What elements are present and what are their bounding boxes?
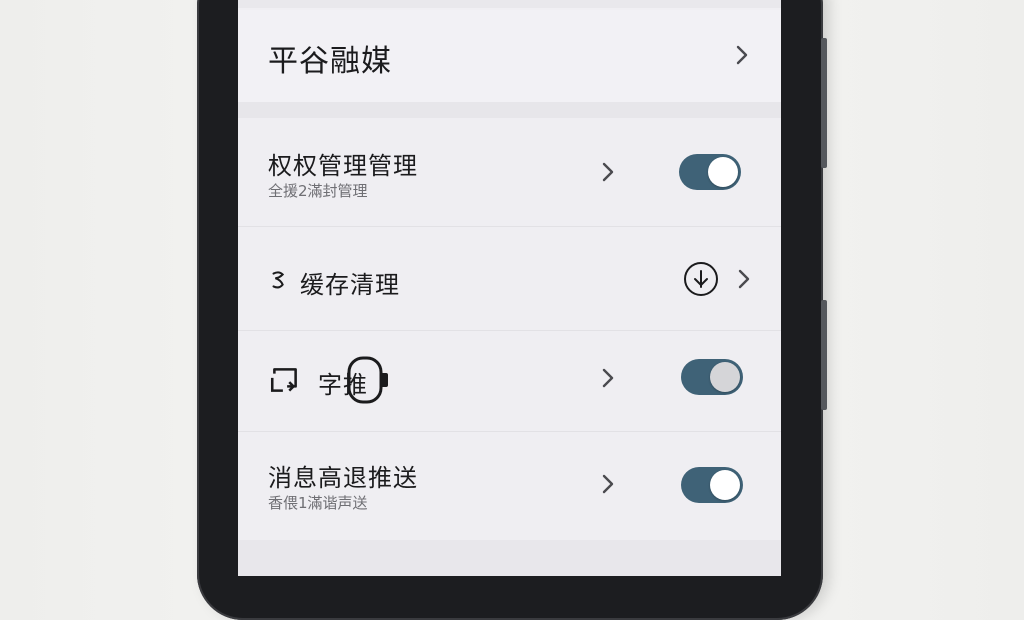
setting-row-push[interactable]: 字推 [238, 331, 781, 431]
setting-subtitle: 全援2滿封管理 [268, 182, 368, 200]
toggle-knob [708, 157, 738, 187]
setting-row-permission[interactable]: 权权管理管理 全援2滿封管理 [238, 118, 781, 226]
chevron-right-icon[interactable] [596, 472, 620, 496]
power-button [821, 300, 827, 410]
cache-icon [272, 271, 285, 289]
chevron-right-icon[interactable] [596, 160, 620, 184]
sync-icon [270, 368, 297, 392]
setting-row-message[interactable]: 消息高退推送 香偎1滿谐声送 [238, 432, 781, 540]
chevron-right-icon [736, 45, 748, 65]
setting-row-cache[interactable]: 缓存清理 [238, 227, 781, 330]
chevron-right-icon[interactable] [596, 366, 620, 390]
push-badge-icon [347, 356, 388, 404]
setting-title: 缓存清理 [300, 271, 400, 299]
top-edge [238, 0, 781, 8]
volume-button [821, 38, 827, 168]
setting-title: 消息高退推送 [268, 464, 418, 492]
section-gap [238, 102, 781, 118]
permission-toggle[interactable] [679, 154, 741, 190]
header-row[interactable]: 平谷融媒 [238, 10, 781, 102]
toggle-knob [710, 470, 740, 500]
page-title: 平谷融媒 [268, 44, 392, 79]
chevron-right-icon[interactable] [732, 267, 756, 291]
push-toggle[interactable] [681, 359, 743, 395]
clean-circle-icon[interactable] [683, 261, 719, 297]
message-push-toggle[interactable] [681, 467, 743, 503]
bottom-section-gap [238, 540, 781, 576]
setting-subtitle: 香偎1滿谐声送 [268, 494, 368, 512]
phone-screen: 平谷融媒 权权管理管理 全援2滿封管理 缓存清理 字推 消息高退推送 香偎1滿谐… [238, 0, 781, 576]
toggle-knob [710, 362, 740, 392]
setting-title: 权权管理管理 [268, 152, 418, 180]
